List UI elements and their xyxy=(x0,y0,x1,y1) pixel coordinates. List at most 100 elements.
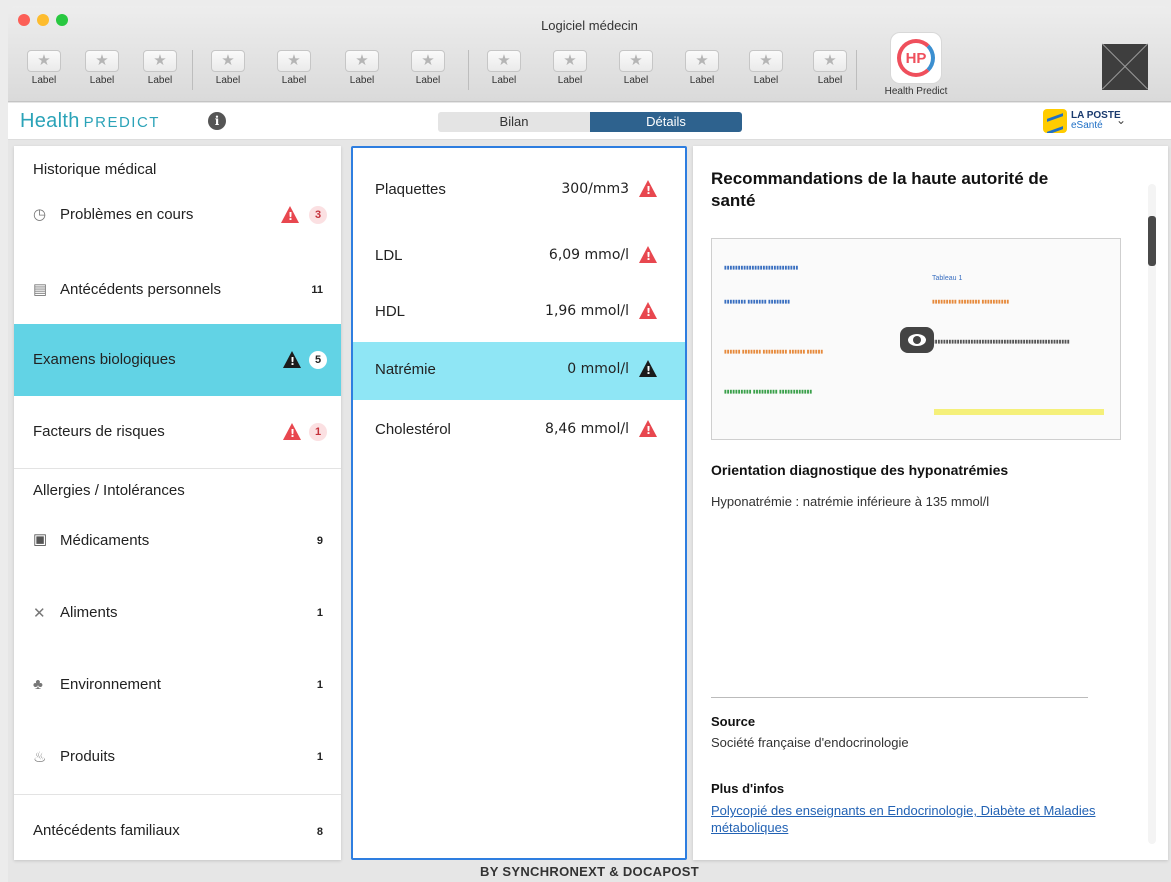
medicine-icon: ▣ xyxy=(33,531,48,548)
star-icon: ★ xyxy=(345,50,379,72)
star-icon: ★ xyxy=(487,50,521,72)
health-predict-tool-label: Health Predict xyxy=(884,86,948,97)
title-bar: Logiciel médecin ★ Label ★ Label ★ Label ★ L… xyxy=(8,6,1171,102)
exam-value: 300/mm3 xyxy=(561,181,629,197)
toolbar-button-label: Label xyxy=(31,75,57,86)
exam-row-cholesterol[interactable]: Cholestérol 8,46 mmol/l xyxy=(353,402,685,460)
exam-row-hdl[interactable]: HDL 1,96 mmol/l xyxy=(353,284,685,342)
toolbar-button-5[interactable]: ★ Label xyxy=(270,50,318,86)
cutlery-icon: ✕ xyxy=(33,605,46,622)
more-info-link[interactable]: Polycopié des enseignants en Endocrinolo… xyxy=(711,802,1111,836)
la-poste-icon xyxy=(1043,109,1067,133)
exam-value: 8,46 mmol/l xyxy=(545,421,629,437)
window-title: Logiciel médecin xyxy=(541,18,638,33)
star-icon: ★ xyxy=(277,50,311,72)
eye-icon[interactable] xyxy=(900,327,934,353)
source-text: Société française d'endocrinologie xyxy=(711,735,909,750)
view-switcher: Bilan Détails xyxy=(438,112,742,132)
star-icon: ★ xyxy=(813,50,847,72)
sidebar-item-label: Produits xyxy=(60,748,116,765)
health-predict-tool-button[interactable]: HP Health Predict xyxy=(866,32,966,97)
toolbar-button-label: Label xyxy=(215,75,241,86)
warning-icon xyxy=(639,420,657,437)
toolbar-button-label: Label xyxy=(415,75,441,86)
star-icon: ★ xyxy=(211,50,245,72)
sidebar-item-problemes[interactable]: ◷ Problèmes en cours 3 xyxy=(14,194,341,244)
exam-name: Cholestérol xyxy=(375,421,451,438)
exam-row-natremie[interactable]: Natrémie 0 mmol/l xyxy=(353,342,685,400)
star-icon: ★ xyxy=(411,50,445,72)
count-label: 11 xyxy=(311,284,323,296)
exam-name: Natrémie xyxy=(375,361,436,378)
toolbar-button-label: Label xyxy=(349,75,375,86)
sidebar-item-medicaments[interactable]: ▣ Médicaments 9 xyxy=(14,516,341,576)
toolbar-button-11[interactable]: ★ Label xyxy=(678,50,726,86)
toolbar-button-4[interactable]: ★ Label xyxy=(204,50,252,86)
exam-name: Plaquettes xyxy=(375,181,446,198)
flame-icon: ♨ xyxy=(33,749,47,766)
brand-logo: Health PREDICT xyxy=(20,110,160,132)
sidebar-item-produits[interactable]: ♨ Produits 1 xyxy=(14,732,341,792)
count-label: 1 xyxy=(316,751,323,763)
toolbar-button-6[interactable]: ★ Label xyxy=(338,50,386,86)
sidebar-item-label: Environnement xyxy=(60,676,161,693)
history-section-title: Historique médical xyxy=(33,161,157,178)
warning-icon xyxy=(281,206,299,223)
toolbar-button-label: Label xyxy=(623,75,649,86)
toolbar-button-8[interactable]: ★ Label xyxy=(480,50,528,86)
exam-value: 6,09 mmo/l xyxy=(548,247,629,263)
toolbar-button-label: Label xyxy=(147,75,173,86)
warning-icon xyxy=(639,246,657,263)
scrollbar-thumb[interactable] xyxy=(1148,216,1156,266)
toolbar-separator xyxy=(856,50,857,90)
tab-details[interactable]: Détails xyxy=(590,112,742,132)
toolbar-button-12[interactable]: ★ Label xyxy=(742,50,790,86)
toolbar-button-13[interactable]: ★ Label xyxy=(806,50,854,86)
toolbar-button-9[interactable]: ★ Label xyxy=(546,50,594,86)
star-icon: ★ xyxy=(85,50,119,72)
toolbar-button-7[interactable]: ★ Label xyxy=(404,50,452,86)
sidebar-item-familiaux[interactable]: Antécédents familiaux 8 xyxy=(14,798,341,858)
sidebar-item-label: Antécédents personnels xyxy=(60,281,221,298)
sidebar-item-aliments[interactable]: ✕ Aliments 1 xyxy=(14,588,341,648)
exam-row-ldl[interactable]: LDL 6,09 mmo/l xyxy=(353,228,685,286)
info-icon[interactable]: i xyxy=(208,112,226,130)
count-badge: 3 xyxy=(309,206,327,224)
warning-icon xyxy=(639,180,657,197)
allergies-section-title: Allergies / Intolérances xyxy=(33,482,185,499)
toolbar-button-label: Label xyxy=(89,75,115,86)
count-label: 1 xyxy=(316,607,323,619)
toolbar-button-3[interactable]: ★ Label xyxy=(136,50,184,86)
app-header: Health PREDICT i Bilan Détails LA POSTE eS… xyxy=(8,103,1171,140)
chevron-down-icon[interactable]: ⌄ xyxy=(1116,113,1126,127)
sidebar-item-risques[interactable]: Facteurs de risques 1 xyxy=(14,398,341,466)
toolbar-button-10[interactable]: ★ Label xyxy=(612,50,660,86)
warning-icon xyxy=(639,360,657,377)
toolbar-button-label: Label xyxy=(281,75,307,86)
details-body: Hyponatrémie : natrémie inférieure à 135… xyxy=(711,494,990,509)
tab-bilan[interactable]: Bilan xyxy=(438,112,590,132)
sidebar-item-environnement[interactable]: ♣ Environnement 1 xyxy=(14,660,341,720)
count-badge: 1 xyxy=(309,423,327,441)
toolbar-separator xyxy=(468,50,469,90)
scrollbar[interactable] xyxy=(1148,184,1156,844)
sidebar-item-label: Examens biologiques xyxy=(33,351,176,368)
diagnostic-flowchart-image[interactable]: ▮▮▮▮▮▮▮▮▮▮▮▮▮▮▮▮▮▮▮▮▮▮▮▮▮▮▮ ▮▮▮▮▮▮▮▮ ▮▮▮… xyxy=(711,238,1121,440)
details-subtitle: Orientation diagnostique des hyponatrémi… xyxy=(711,462,1009,478)
star-icon: ★ xyxy=(619,50,653,72)
placeholder-image-icon[interactable] xyxy=(1102,44,1148,90)
toolbar-button-2[interactable]: ★ Label xyxy=(78,50,126,86)
toolbar-button-1[interactable]: ★ Label xyxy=(20,50,68,86)
id-card-icon: ▤ xyxy=(33,281,48,298)
warning-icon xyxy=(283,351,301,368)
medical-history-sidebar: Historique médical ◷ Problèmes en cours … xyxy=(14,146,341,860)
sidebar-item-antecedents[interactable]: ▤ Antécédents personnels 11 xyxy=(14,264,341,320)
toolbar-separator xyxy=(192,50,193,90)
toolbar-button-label: Label xyxy=(491,75,517,86)
divider xyxy=(711,697,1088,698)
exam-row-plaquettes[interactable]: Plaquettes 300/mm3 xyxy=(353,162,685,220)
sidebar-item-examens[interactable]: Examens biologiques 5 xyxy=(14,324,341,396)
count-badge: 5 xyxy=(309,351,327,369)
toolbar-button-label: Label xyxy=(557,75,583,86)
partner-logo: LA POSTE eSanté xyxy=(1043,109,1121,133)
